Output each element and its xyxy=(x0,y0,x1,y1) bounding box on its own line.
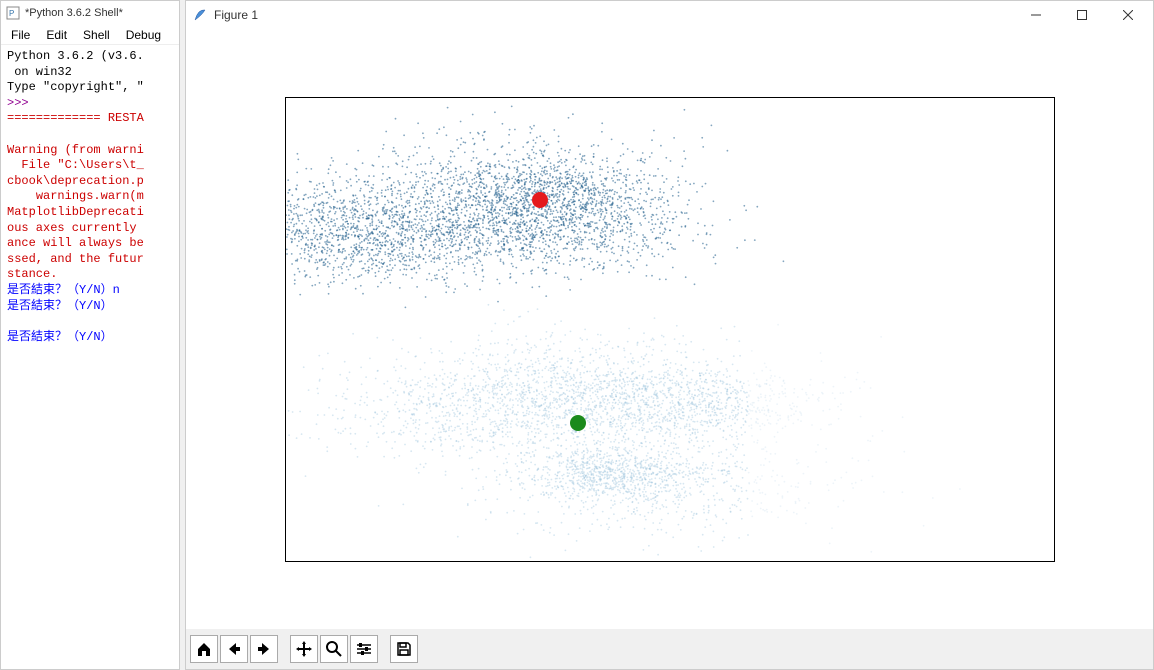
centroid-marker-green xyxy=(570,415,586,431)
arrow-left-icon xyxy=(225,640,243,658)
idle-shell-content[interactable]: Python 3.6.2 (v3.6. on win32Type "copyri… xyxy=(1,45,179,669)
magnify-icon xyxy=(325,640,343,658)
python-idle-icon: P xyxy=(5,5,21,21)
tk-feather-icon xyxy=(192,7,208,23)
figure-canvas xyxy=(186,29,1153,629)
svg-text:P: P xyxy=(9,9,14,18)
home-button[interactable] xyxy=(190,635,218,663)
menu-debug[interactable]: Debug xyxy=(118,26,169,44)
idle-menubar: File Edit Shell Debug xyxy=(1,25,179,45)
idle-window: P *Python 3.6.2 Shell* File Edit Shell D… xyxy=(0,0,180,670)
centroid-marker-red xyxy=(532,192,548,208)
arrow-right-icon xyxy=(255,640,273,658)
pan-button[interactable] xyxy=(290,635,318,663)
idle-window-title: *Python 3.6.2 Shell* xyxy=(25,7,123,19)
figure-window: Figure 1 xyxy=(185,0,1154,670)
idle-titlebar: P *Python 3.6.2 Shell* xyxy=(1,1,179,25)
close-button[interactable] xyxy=(1105,1,1151,29)
back-button[interactable] xyxy=(220,635,248,663)
menu-shell[interactable]: Shell xyxy=(75,26,118,44)
menu-file[interactable]: File xyxy=(3,26,38,44)
figure-titlebar: Figure 1 xyxy=(186,1,1153,29)
figure-window-title: Figure 1 xyxy=(214,8,258,22)
move-icon xyxy=(295,640,313,658)
scatter-plot-area xyxy=(285,97,1055,562)
save-icon xyxy=(395,640,413,658)
save-button[interactable] xyxy=(390,635,418,663)
configure-button[interactable] xyxy=(350,635,378,663)
matplotlib-toolbar xyxy=(186,629,1153,669)
window-controls xyxy=(1013,1,1151,29)
sliders-icon xyxy=(355,640,373,658)
home-icon xyxy=(195,640,213,658)
zoom-button[interactable] xyxy=(320,635,348,663)
maximize-button[interactable] xyxy=(1059,1,1105,29)
minimize-button[interactable] xyxy=(1013,1,1059,29)
forward-button[interactable] xyxy=(250,635,278,663)
menu-edit[interactable]: Edit xyxy=(38,26,75,44)
